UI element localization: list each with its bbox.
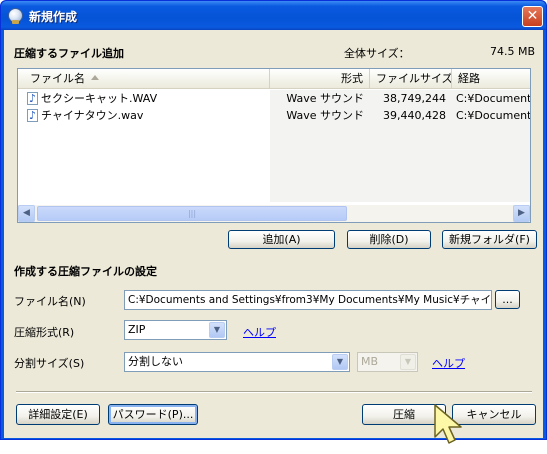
format-selected-value: ZIP [128, 323, 146, 336]
total-size-value: 74.5 MB [489, 45, 535, 58]
password-button[interactable]: パスワード(P)... [108, 404, 198, 425]
window-title: 新規作成 [29, 10, 78, 24]
format-select[interactable]: ZIP ▼ [124, 320, 227, 340]
column-filesize[interactable]: ファイルサイズ [370, 69, 452, 89]
close-button[interactable]: ✕ [522, 6, 543, 27]
remove-button[interactable]: 削除(D) [347, 230, 431, 249]
file-format: Wave サウンド [286, 92, 364, 105]
chevron-down-icon: ▼ [400, 354, 416, 370]
browse-button[interactable]: ... [495, 290, 520, 309]
list-item[interactable]: セクシーキャット.WAV Wave サウンド 38,749,244 C:¥Doc… [18, 90, 530, 107]
dialog-window: 新規作成 ✕ 圧縮するファイル追加 全体サイズ： 74.5 MB ファイル名 形… [0, 0, 547, 440]
split-help-link[interactable]: ヘルプ [432, 355, 465, 371]
split-size-select[interactable]: 分割しない ▼ [124, 352, 350, 372]
add-files-heading: 圧縮するファイル追加 [14, 47, 124, 60]
audio-file-icon [27, 90, 38, 107]
add-button[interactable]: 追加(A) [228, 230, 335, 249]
filename-field[interactable]: C:¥Documents and Settings¥from3¥My Docum… [124, 290, 492, 310]
file-list[interactable]: ファイル名 形式 ファイルサイズ 経路 セクシーキャット.WAV Wave サウ… [17, 68, 531, 223]
settings-heading: 作成する圧縮ファイルの設定 [14, 265, 157, 278]
audio-file-icon [27, 107, 38, 124]
file-size: 38,749,244 [383, 92, 446, 105]
column-path[interactable]: 経路 [452, 69, 530, 89]
file-size: 39,440,428 [383, 109, 446, 122]
column-filename[interactable]: ファイル名 [18, 69, 270, 89]
column-format[interactable]: 形式 [270, 69, 370, 89]
sort-ascending-icon [91, 75, 99, 80]
file-list-header: ファイル名 形式 ファイルサイズ 経路 [18, 69, 530, 89]
format-label: 圧縮形式(R) [14, 326, 75, 339]
list-item[interactable]: チャイナタウン.wav Wave サウンド 39,440,428 C:¥Docu… [18, 107, 530, 124]
chevron-down-icon[interactable]: ▼ [209, 322, 225, 338]
total-size-label: 全体サイズ： [344, 47, 410, 60]
dialog-body: 圧縮するファイル追加 全体サイズ： 74.5 MB ファイル名 形式 ファイルサ… [4, 30, 543, 438]
file-name: チャイナタウン.wav [41, 109, 144, 122]
split-size-label: 分割サイズ(S) [14, 357, 85, 370]
file-format: Wave サウンド [286, 109, 364, 122]
chevron-down-icon[interactable]: ▼ [332, 354, 348, 370]
unit-selected-value: MB [361, 355, 379, 368]
divider [16, 391, 532, 393]
pointer-cursor-icon [434, 404, 462, 444]
app-icon [8, 8, 23, 24]
file-name: セクシーキャット.WAV [41, 92, 158, 105]
file-path: C:¥Documents a [456, 109, 530, 122]
file-path: C:¥Documents a [456, 92, 530, 105]
scroll-thumb[interactable]: ||| [37, 206, 347, 221]
split-selected-value: 分割しない [128, 355, 183, 368]
filename-label: ファイル名(N) [14, 295, 86, 308]
new-folder-button[interactable]: 新規フォルダ(F) [442, 230, 537, 249]
horizontal-scrollbar[interactable]: ◀ ||| ▶ [18, 205, 530, 222]
title-bar[interactable]: 新規作成 ✕ [1, 1, 546, 30]
scroll-left-button[interactable]: ◀ [18, 205, 35, 222]
advanced-settings-button[interactable]: 詳細設定(E) [16, 404, 100, 425]
scroll-right-button[interactable]: ▶ [513, 205, 530, 222]
unit-select: MB ▼ [357, 352, 418, 372]
format-help-link[interactable]: ヘルプ [243, 324, 276, 340]
